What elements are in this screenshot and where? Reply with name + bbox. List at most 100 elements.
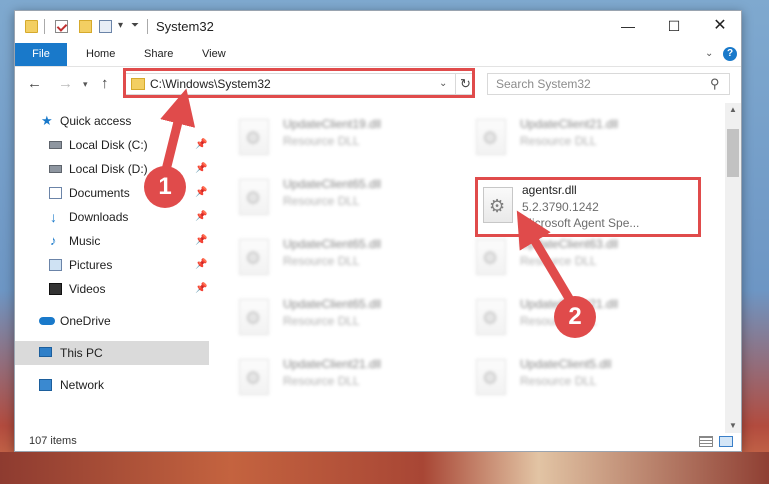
sidebar-item-pictures[interactable]: Pictures 📌 — [15, 253, 209, 277]
forward-arrow-icon[interactable]: → — [58, 75, 73, 92]
file-item[interactable]: UpdateClient65.dll Resource DLL — [215, 171, 440, 221]
new-folder-icon[interactable] — [79, 20, 92, 33]
tiles-view-icon[interactable] — [719, 436, 733, 447]
sidebar-item-local-disk-c[interactable]: Local Disk (C:) 📌 — [15, 133, 209, 157]
dll-file-icon — [239, 119, 269, 155]
pin-icon[interactable]: 📌 — [195, 157, 207, 181]
sidebar-item-network[interactable]: Network — [15, 373, 209, 397]
sidebar-item-label: Local Disk (D:) — [69, 162, 148, 176]
documents-icon — [49, 187, 62, 199]
ribbon-tabs: File Home Share View ⌄ ? — [15, 43, 741, 67]
tab-file[interactable]: File — [15, 43, 67, 66]
dll-file-icon — [239, 179, 269, 215]
music-icon: ♪ — [50, 233, 57, 248]
sidebar-item-label: Music — [69, 234, 101, 248]
file-list: UpdateClient19.dll Resource DLL UpdateCl… — [215, 103, 725, 433]
sidebar-item-music[interactable]: ♪ Music 📌 — [15, 229, 209, 253]
folder-icon — [25, 20, 38, 33]
pin-icon[interactable]: 📌 — [195, 253, 207, 277]
up-arrow-icon[interactable]: ↑ — [101, 75, 109, 92]
sidebar-item-onedrive[interactable]: OneDrive — [15, 309, 209, 333]
sidebar-item-label: Videos — [69, 282, 106, 296]
pin-icon[interactable]: 📌 — [195, 205, 207, 229]
file-description: Resource DLL — [283, 314, 360, 328]
star-icon: ★ — [41, 113, 53, 128]
dll-file-icon — [239, 299, 269, 335]
file-name: UpdateClient63.dll — [520, 237, 619, 251]
highlighted-file-agentsr[interactable]: agentsr.dll 5.2.3790.1242 Microsoft Agen… — [475, 177, 701, 237]
file-item[interactable]: UpdateClient65.dll Resource DLL — [215, 291, 440, 341]
file-name: agentsr.dll — [522, 183, 577, 197]
recent-locations-icon[interactable]: ▾ — [83, 79, 88, 90]
sidebar-item-label: Pictures — [69, 258, 113, 272]
dll-file-icon — [476, 299, 506, 335]
desktop-wallpaper — [0, 452, 769, 484]
item-count: 107 items — [29, 435, 77, 447]
pin-icon[interactable]: 📌 — [195, 229, 207, 253]
file-name: UpdateClient65.dll — [283, 297, 382, 311]
chevron-down-icon[interactable]: ▾ — [118, 20, 123, 31]
disk-icon — [49, 165, 62, 173]
divider — [44, 19, 45, 34]
file-item[interactable]: UpdateClient63.dll Resource DLL — [452, 231, 677, 281]
disk-icon — [49, 141, 62, 149]
sidebar-item-videos[interactable]: Videos 📌 — [15, 277, 209, 301]
onedrive-icon — [39, 317, 55, 325]
file-name: UpdateClient65.dll — [283, 177, 382, 191]
file-item[interactable]: UpdateClient19.dll Resource DLL — [215, 111, 440, 161]
sidebar-item-downloads[interactable]: ↓ Downloads 📌 — [15, 205, 209, 229]
tab-share[interactable]: Share — [130, 43, 187, 66]
step-2-badge: 2 — [554, 296, 596, 338]
scrollbar-thumb[interactable] — [727, 129, 739, 177]
sidebar-item-label: Documents — [69, 186, 130, 200]
file-item[interactable]: UpdateClient5.dll Resource DLL — [452, 351, 677, 401]
file-name: UpdateClient21.dll — [520, 117, 619, 131]
sidebar-item-label: Downloads — [69, 210, 129, 224]
pin-icon[interactable]: 📌 — [195, 181, 207, 205]
maximize-button[interactable]: ☐ — [651, 11, 697, 41]
sidebar-item-label: Local Disk (C:) — [69, 138, 148, 152]
customize-toolbar-icon[interactable]: ⏷ — [131, 20, 139, 31]
file-item[interactable]: UpdateClient21.dll Resource DLL — [452, 111, 677, 161]
close-button[interactable]: ✕ — [697, 11, 743, 41]
details-view-icon[interactable] — [699, 436, 713, 447]
tab-view[interactable]: View — [188, 43, 240, 66]
window-title: System32 — [156, 19, 214, 34]
rename-icon[interactable] — [99, 20, 112, 33]
expand-ribbon-icon[interactable]: ⌄ — [705, 48, 713, 59]
sidebar-item-label: This PC — [60, 346, 103, 360]
search-icon: ⚲ — [710, 76, 720, 91]
vertical-scrollbar[interactable]: ▲ ▼ — [725, 103, 741, 433]
minimize-button[interactable]: — — [605, 11, 651, 41]
search-input[interactable]: Search System32 — [496, 77, 591, 91]
navigation-pane: ★ Quick access Local Disk (C:) 📌 Local D… — [15, 103, 215, 433]
dll-file-icon — [476, 239, 506, 275]
pc-icon — [39, 347, 52, 357]
file-description: Resource DLL — [283, 374, 360, 388]
scroll-up-icon[interactable]: ▲ — [729, 105, 737, 114]
file-name: UpdateClient65.dll — [283, 237, 382, 251]
tab-home[interactable]: Home — [72, 43, 129, 66]
dll-file-icon — [476, 359, 506, 395]
status-bar: 107 items — [15, 433, 741, 451]
pin-icon[interactable]: 📌 — [195, 277, 207, 301]
properties-check-icon[interactable] — [55, 20, 68, 33]
help-icon[interactable]: ? — [723, 47, 737, 61]
sidebar-item-label: Quick access — [60, 114, 132, 128]
address-bar-highlight — [123, 68, 475, 98]
back-arrow-icon[interactable]: ← — [27, 75, 42, 92]
file-item[interactable]: UpdateClient65.dll Resource DLL — [215, 231, 440, 281]
pin-icon[interactable]: 📌 — [195, 133, 207, 157]
videos-icon — [49, 283, 62, 295]
sidebar-item-this-pc[interactable]: This PC — [15, 341, 209, 365]
dll-file-icon — [239, 239, 269, 275]
sidebar-item-label: Network — [60, 378, 105, 392]
file-description: Resource DLL — [283, 194, 360, 208]
scroll-down-icon[interactable]: ▼ — [729, 421, 737, 430]
file-description: Resource DLL — [283, 134, 360, 148]
file-description: Resource DLL — [520, 254, 597, 268]
sidebar-item-quick-access[interactable]: ★ Quick access — [15, 109, 209, 133]
dll-file-icon — [476, 119, 506, 155]
file-item[interactable]: UpdateClient21.dll Resource DLL — [215, 351, 440, 401]
search-box[interactable]: Search System32 ⚲ — [487, 73, 730, 95]
